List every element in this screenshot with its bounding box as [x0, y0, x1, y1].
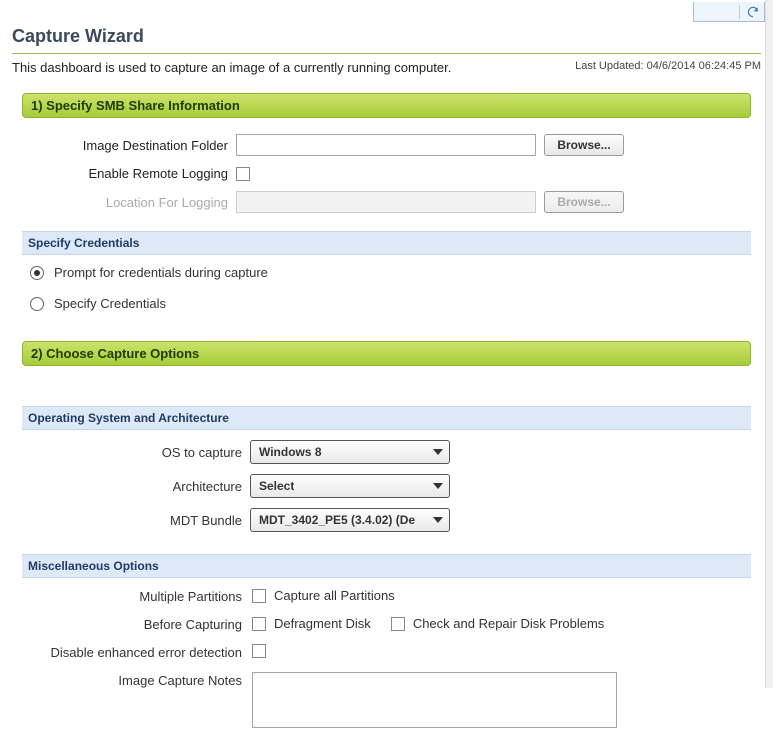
chevron-down-icon [433, 449, 443, 455]
architecture-value: Select [259, 479, 294, 493]
specify-credentials-header: Specify Credentials [22, 231, 751, 255]
section-smb-header: 1) Specify SMB Share Information [22, 93, 751, 118]
defragment-disk-checkbox[interactable] [252, 617, 266, 631]
enable-remote-logging-label: Enable Remote Logging [28, 166, 228, 181]
os-arch-header: Operating System and Architecture [22, 406, 751, 430]
image-capture-notes-input[interactable] [252, 672, 617, 728]
title-rule [12, 53, 761, 54]
defragment-disk-label: Defragment Disk [274, 616, 371, 631]
os-to-capture-select[interactable]: Windows 8 [250, 440, 450, 464]
page-title: Capture Wizard [12, 26, 761, 47]
radio-prompt-label: Prompt for credentials during capture [54, 265, 268, 280]
check-repair-checkbox[interactable] [391, 617, 405, 631]
scrollbar-track[interactable] [765, 0, 773, 688]
mdt-bundle-select[interactable]: MDT_3402_PE5 (3.4.02) (De [250, 508, 450, 532]
radio-prompt-row[interactable]: Prompt for credentials during capture [30, 265, 751, 280]
architecture-label: Architecture [22, 479, 242, 494]
toolbar-box [693, 2, 765, 22]
image-destination-label: Image Destination Folder [28, 138, 228, 153]
image-capture-notes-label: Image Capture Notes [22, 672, 242, 688]
before-capturing-label: Before Capturing [22, 616, 242, 632]
architecture-select[interactable]: Select [250, 474, 450, 498]
chevron-down-icon [433, 517, 443, 523]
mdt-bundle-label: MDT Bundle [22, 513, 242, 528]
image-destination-input[interactable] [236, 134, 536, 156]
radio-specify-row[interactable]: Specify Credentials [30, 296, 751, 311]
os-to-capture-value: Windows 8 [259, 445, 322, 459]
disable-error-detection-label: Disable enhanced error detection [22, 644, 242, 660]
browse-logging-button: Browse... [544, 191, 624, 213]
location-logging-input [236, 191, 536, 213]
check-repair-label: Check and Repair Disk Problems [413, 616, 604, 631]
mdt-bundle-value: MDT_3402_PE5 (3.4.02) (De [259, 513, 415, 527]
chevron-down-icon [433, 483, 443, 489]
radio-specify[interactable] [30, 297, 44, 311]
last-updated: Last Updated: 04/6/2014 06:24:45 PM [575, 60, 761, 72]
section-capture-options-header: 2) Choose Capture Options [22, 341, 751, 366]
location-logging-label: Location For Logging [28, 195, 228, 210]
refresh-icon[interactable] [746, 5, 760, 19]
capture-all-partitions-checkbox[interactable] [252, 589, 266, 603]
disable-error-detection-checkbox[interactable] [252, 644, 266, 658]
misc-options-header: Miscellaneous Options [22, 554, 751, 578]
radio-specify-label: Specify Credentials [54, 296, 166, 311]
toolbar-divider [739, 5, 740, 19]
radio-prompt[interactable] [30, 266, 44, 280]
capture-all-partitions-label: Capture all Partitions [274, 588, 395, 603]
os-to-capture-label: OS to capture [22, 445, 242, 460]
multiple-partitions-label: Multiple Partitions [22, 588, 242, 604]
page-description: This dashboard is used to capture an ima… [12, 60, 451, 75]
enable-remote-logging-checkbox[interactable] [236, 167, 250, 181]
browse-destination-button[interactable]: Browse... [544, 134, 624, 156]
